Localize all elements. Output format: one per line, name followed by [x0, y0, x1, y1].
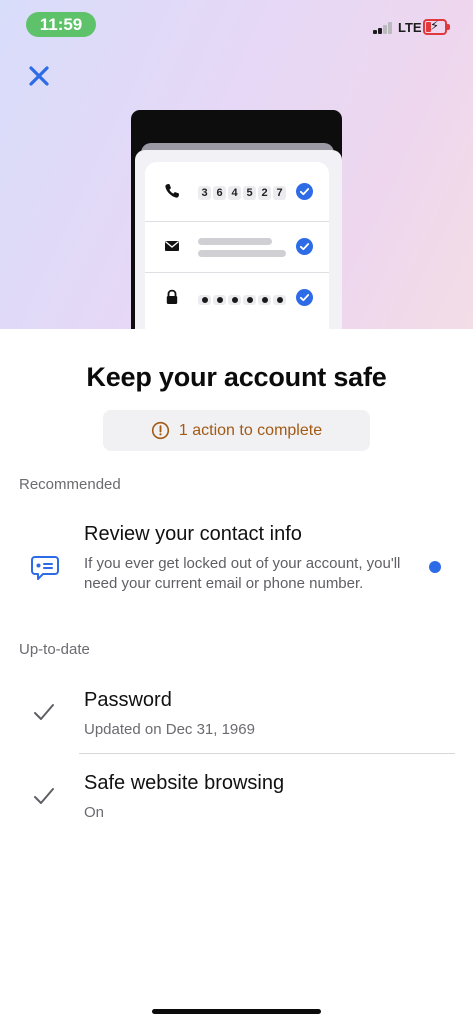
- password-dot: [228, 295, 241, 305]
- divider: [79, 753, 455, 754]
- password-updated-date: Updated on Dec 31, 1969: [84, 721, 255, 738]
- card-row-password: [145, 272, 329, 322]
- password-dot: [273, 295, 286, 305]
- lock-icon: [166, 289, 178, 304]
- card-row-phone: 3 6 4 5 2 7: [145, 167, 329, 217]
- envelope-icon: [165, 241, 179, 251]
- action-status-text: 1 action to complete: [178, 421, 323, 439]
- verified-check-icon: [296, 183, 313, 200]
- close-icon: [29, 66, 49, 86]
- action-status-button[interactable]: 1 action to complete: [103, 410, 370, 451]
- page-title: Keep your account safe: [86, 362, 387, 392]
- battery-icon: ⚡: [423, 18, 450, 35]
- pending-indicator-dot: [429, 561, 441, 573]
- email-placeholder-bar: [198, 238, 272, 245]
- section-label-up-to-date: Up-to-date: [19, 641, 90, 658]
- password-dot: [198, 295, 211, 305]
- password-dot: [213, 295, 226, 305]
- review-contact-info-item[interactable]: Review your contact info If you ever get…: [0, 505, 473, 625]
- review-contact-info-description: If you ever get locked out of your accou…: [84, 555, 401, 592]
- safe-browsing-status: On: [84, 804, 105, 821]
- password-dot: [243, 295, 256, 305]
- safe-browsing-item[interactable]: Safe website browsing On: [0, 772, 473, 852]
- digit-chip: 4: [228, 186, 241, 200]
- chat-info-icon: [31, 556, 59, 580]
- digit-chip: 2: [258, 186, 271, 200]
- close-button[interactable]: [26, 63, 52, 89]
- status-bar: 11:59 LTE ⚡: [0, 0, 473, 48]
- checkmark-icon: [34, 788, 54, 804]
- verified-check-icon: [296, 289, 313, 306]
- warning-circle-icon: [151, 421, 169, 440]
- signal-icon: [373, 22, 393, 34]
- status-time: 11:59: [26, 12, 96, 37]
- review-contact-info-title: Review your contact info: [84, 523, 302, 545]
- phone-icon: [165, 183, 180, 198]
- network-label: LTE: [398, 20, 422, 35]
- card-row-email: [145, 221, 329, 271]
- verified-check-icon: [296, 238, 313, 255]
- checkmark-icon: [34, 704, 54, 720]
- password-item[interactable]: Password Updated on Dec 31, 1969: [0, 689, 473, 769]
- safe-browsing-title: Safe website browsing: [84, 772, 285, 794]
- password-title: Password: [84, 689, 172, 711]
- digit-chip: 6: [213, 186, 226, 200]
- digit-chip: 5: [243, 186, 256, 200]
- security-card-illustration: 3 6 4 5 2 7: [145, 162, 329, 329]
- digit-chip: 7: [273, 186, 286, 200]
- digit-chip: 3: [198, 186, 211, 200]
- email-placeholder-bar: [198, 250, 286, 257]
- password-dot: [258, 295, 271, 305]
- hero-illustration: 11:59 LTE ⚡ 3 6 4 5 2 7: [0, 0, 473, 329]
- section-label-recommended: Recommended: [19, 476, 121, 493]
- home-indicator[interactable]: [152, 1009, 321, 1014]
